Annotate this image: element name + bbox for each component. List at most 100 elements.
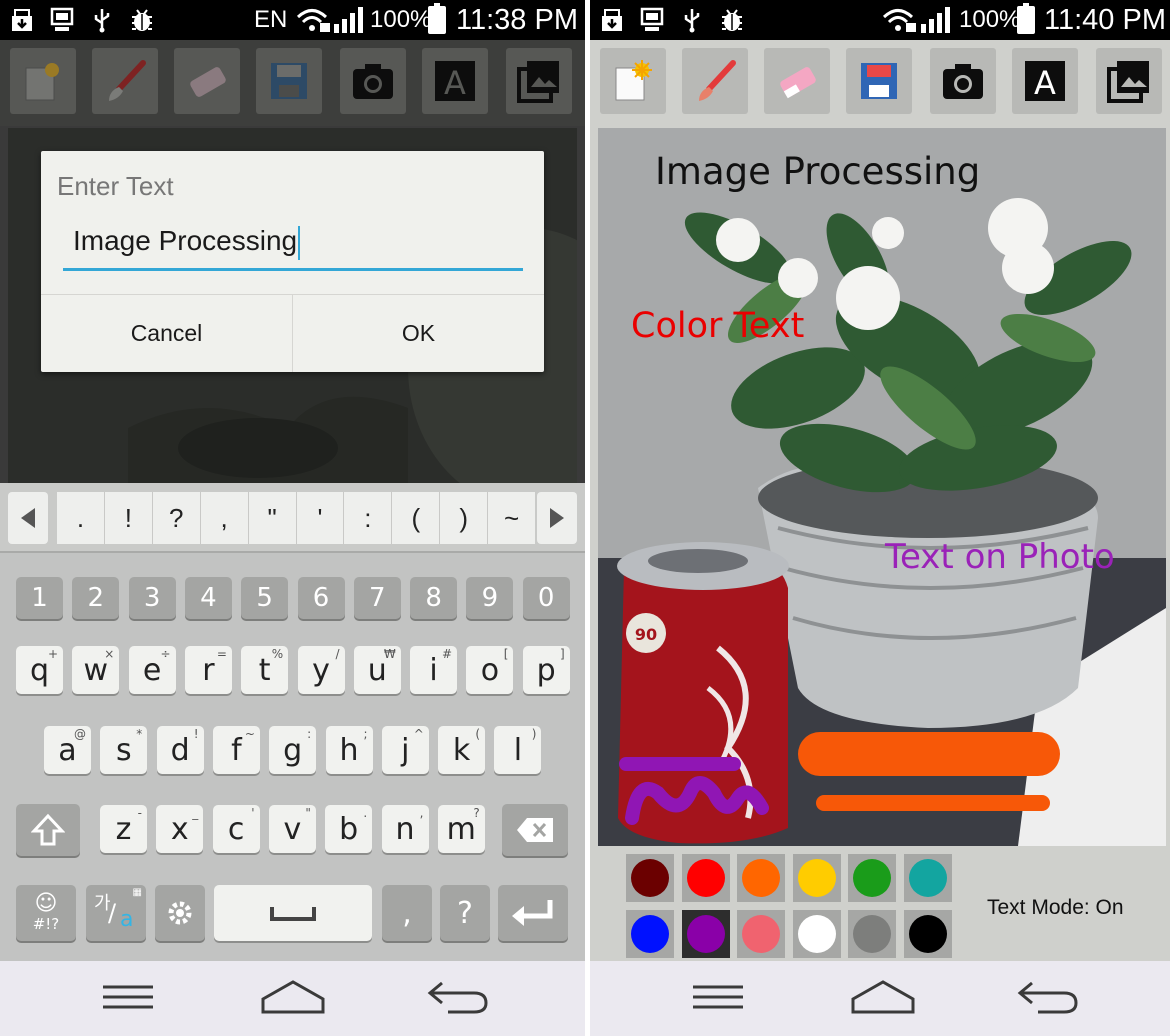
letter-key[interactable]: w × (72, 646, 120, 694)
color-dot (742, 859, 780, 897)
letter-key[interactable]: e ÷ (128, 646, 176, 694)
letter-key[interactable]: r = (184, 646, 232, 694)
color-swatch[interactable] (681, 910, 730, 958)
symbol-key[interactable]: " (249, 492, 297, 544)
symbol-key[interactable]: : (344, 492, 393, 544)
gallery-button[interactable] (506, 48, 572, 114)
menu-button[interactable] (93, 975, 163, 1019)
home-button[interactable] (848, 975, 918, 1019)
letter-key[interactable]: o[ (466, 646, 514, 694)
color-swatch[interactable] (626, 910, 674, 958)
symbol-key[interactable]: ? (153, 492, 201, 544)
color-swatch[interactable] (792, 854, 841, 902)
number-key[interactable]: 9 (466, 577, 514, 619)
letter-key[interactable]: l) (494, 726, 542, 774)
eraser-button[interactable] (764, 48, 830, 114)
number-key[interactable]: 7 (353, 577, 401, 619)
letter-key[interactable]: m? (437, 805, 485, 853)
letter-key[interactable]: d! (156, 726, 204, 774)
emoji-key[interactable]: ☺ #!? (16, 885, 76, 941)
ok-button[interactable]: OK (292, 295, 544, 372)
language-switch-key[interactable]: 가 / a ▦ (86, 885, 146, 941)
letter-key[interactable]: n, (381, 805, 429, 853)
save-button[interactable] (256, 48, 322, 114)
symbol-key[interactable]: , (201, 492, 249, 544)
key-hint: : (307, 727, 312, 741)
battery-percent: 100% (959, 6, 1021, 33)
letter-key[interactable]: x _ (156, 805, 204, 853)
new-page-button[interactable] (600, 48, 666, 114)
symbol-prev-button[interactable] (8, 492, 48, 544)
cancel-button[interactable]: Cancel (41, 295, 292, 372)
backspace-key[interactable] (502, 804, 568, 856)
number-key[interactable]: 5 (241, 577, 289, 619)
symbol-key[interactable]: ~ (488, 492, 535, 544)
letter-key[interactable]: a @ (44, 726, 91, 774)
back-button[interactable] (1012, 975, 1082, 1019)
home-button[interactable] (258, 975, 328, 1019)
symbol-key[interactable]: ( (392, 492, 441, 544)
number-key[interactable]: 3 (128, 577, 176, 619)
settings-key[interactable] (155, 885, 205, 941)
letter-key[interactable]: y / (297, 646, 345, 694)
menu-button[interactable] (683, 975, 753, 1019)
letter-key[interactable]: q + (16, 646, 63, 694)
brush-button[interactable] (682, 48, 748, 114)
letter-key[interactable]: j ^ (381, 726, 429, 774)
letter-key[interactable]: v " (268, 805, 316, 853)
color-swatch[interactable] (903, 854, 952, 902)
number-key[interactable]: 8 (410, 577, 458, 619)
text-button[interactable]: A (1012, 48, 1078, 114)
color-swatch[interactable] (903, 910, 952, 958)
camera-button[interactable] (340, 48, 406, 114)
key-label: 2 (87, 583, 105, 613)
letter-key[interactable]: c ' (212, 805, 260, 853)
comma-key[interactable]: , (382, 885, 432, 941)
key-label: z (115, 811, 132, 847)
enter-key[interactable] (498, 885, 568, 941)
number-key[interactable]: 1 (16, 577, 63, 619)
symbol-key[interactable]: ! (105, 492, 153, 544)
brush-button[interactable] (92, 48, 158, 114)
letter-key[interactable]: u ₩ (353, 646, 401, 694)
symbol-key[interactable]: ' (297, 492, 345, 544)
back-button[interactable] (422, 975, 492, 1019)
symbol-key[interactable]: ) (440, 492, 489, 544)
gallery-button[interactable] (1096, 48, 1162, 114)
color-swatch[interactable] (848, 910, 896, 958)
question-key[interactable]: ? (440, 885, 490, 941)
color-swatch[interactable] (737, 854, 785, 902)
text-input[interactable]: Image Processing (63, 221, 523, 271)
symbol-key[interactable]: . (57, 492, 105, 544)
save-button[interactable] (846, 48, 912, 114)
letter-key[interactable]: s * (100, 726, 148, 774)
letter-key[interactable]: i # (410, 646, 458, 694)
color-swatch[interactable] (848, 854, 896, 902)
camera-button[interactable] (930, 48, 996, 114)
letter-key[interactable]: t% (241, 646, 289, 694)
color-swatch[interactable] (792, 910, 841, 958)
space-key[interactable] (214, 885, 372, 941)
emoji-key-label: #!? (32, 915, 60, 933)
number-key[interactable]: 0 (522, 577, 570, 619)
letter-key[interactable]: g: (269, 726, 317, 774)
letter-key[interactable]: k( (438, 726, 486, 774)
color-swatch[interactable] (681, 854, 730, 902)
color-swatch[interactable] (737, 910, 785, 958)
symbol-next-button[interactable] (537, 492, 577, 544)
photo-canvas[interactable]: 90 Image Processing Color Text Text on P… (598, 128, 1166, 846)
text-button[interactable]: A (422, 48, 488, 114)
number-key[interactable]: 6 (297, 577, 345, 619)
key-hint: + (47, 647, 58, 661)
letter-key[interactable]: b. (325, 805, 373, 853)
eraser-button[interactable] (174, 48, 240, 114)
shift-key[interactable] (16, 804, 80, 856)
letter-key[interactable]: h; (325, 726, 373, 774)
letter-key[interactable]: f ~ (212, 726, 260, 774)
letter-key[interactable]: p] (522, 646, 570, 694)
number-key[interactable]: 2 (72, 577, 120, 619)
new-page-button[interactable] (10, 48, 76, 114)
number-key[interactable]: 4 (184, 577, 232, 619)
color-swatch[interactable] (626, 854, 674, 902)
letter-key[interactable]: z- (100, 805, 147, 853)
